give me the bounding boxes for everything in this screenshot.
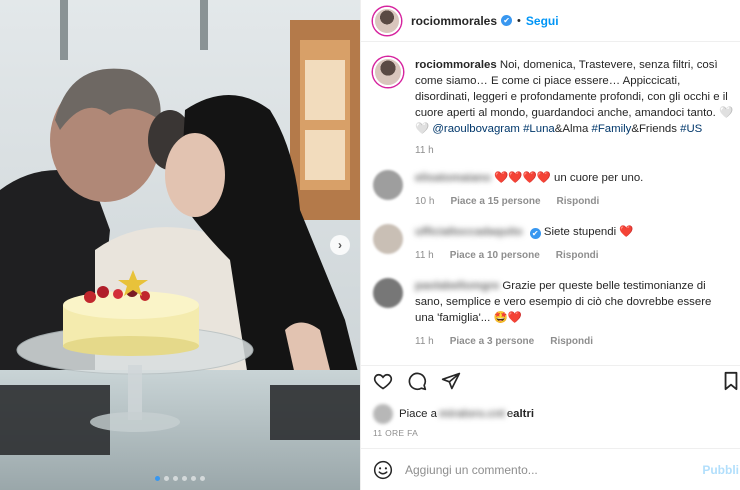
commenter-username[interactable]: elisatomaiano [415, 172, 491, 184]
comment-time[interactable]: 10 h [415, 194, 434, 210]
comment-body: paolabellomgre Grazie per queste belle t… [415, 278, 731, 350]
hashtag-luna-link[interactable]: #Luna [523, 123, 555, 135]
post-photo[interactable]: › [0, 0, 360, 490]
carousel-indicator [0, 476, 360, 481]
comment-reply-button[interactable]: Rispondi [556, 248, 599, 264]
comment-hearts: ❤️❤️❤️❤️ [494, 172, 551, 184]
carousel-dot [173, 476, 178, 481]
likes-summary: Piace a miraloro.cnt e altri [373, 404, 534, 424]
share-send-icon[interactable] [441, 371, 461, 391]
carousel-dot [182, 476, 187, 481]
comment-item: paolabellomgre Grazie per queste belle t… [373, 278, 739, 350]
post-panel: rociommorales ✔ • Segui rociommorales No… [360, 0, 740, 490]
caption-time[interactable]: 11 h [415, 143, 735, 159]
commenter-avatar[interactable] [373, 278, 403, 308]
header-separator: • [517, 14, 521, 27]
comment-time[interactable]: 11 h [415, 334, 434, 350]
hashtag-us-link[interactable]: #US [680, 123, 702, 135]
caption-text-alma: &Alma [554, 123, 592, 135]
comment-time[interactable]: 11 h [415, 248, 434, 264]
carousel-dot [155, 476, 160, 481]
publish-button[interactable]: Pubbli [702, 463, 739, 477]
comment-hearts: ❤️ [619, 226, 634, 238]
post-actions: Piace a miraloro.cnt e altri [361, 365, 740, 427]
comment-input[interactable] [405, 462, 685, 477]
comment-meta: 10 h Piace a 15 persone Rispondi [415, 194, 731, 210]
likes-prefix: Piace a [399, 408, 437, 420]
caption-avatar[interactable] [373, 57, 403, 87]
carousel-next-button[interactable]: › [330, 235, 350, 255]
comments-list[interactable]: rociommorales Noi, domenica, Trastevere,… [361, 43, 740, 365]
caption-text: rociommorales Noi, domenica, Trastevere,… [415, 57, 735, 159]
caption-text-friends: &Friends [631, 123, 681, 135]
comment-text: Siete stupendi [540, 226, 620, 238]
comment-text: un cuore per uno. [550, 172, 644, 184]
comment-composer: Pubbli [361, 448, 740, 490]
comment-bubble-icon[interactable] [407, 371, 427, 391]
carousel-dot [200, 476, 205, 481]
action-icons [373, 371, 461, 391]
like-heart-icon[interactable] [373, 371, 393, 391]
commenter-avatar[interactable] [373, 170, 403, 200]
photo-illustration [0, 0, 360, 490]
author-avatar[interactable] [373, 6, 401, 35]
comment-meta: 11 h Piace a 10 persone Rispondi [415, 248, 731, 264]
carousel-dot [191, 476, 196, 481]
comment-likes-link[interactable]: Piace a 15 persone [450, 194, 540, 210]
author-username[interactable]: rociommorales [411, 14, 497, 28]
comment-likes-link[interactable]: Piace a 10 persone [450, 248, 540, 264]
verified-badge-icon: ✔ [501, 15, 513, 26]
caption-mention-link[interactable]: @raoulbovagram [432, 123, 520, 135]
commenter-avatar[interactable] [373, 224, 403, 254]
commenter-username[interactable]: paolabellomgre [415, 280, 499, 292]
comment-hearts: 🤩❤️ [493, 312, 522, 324]
follow-button[interactable]: Segui [526, 14, 559, 28]
comment-body: elisatomaiano ❤️❤️❤️❤️ un cuore per uno.… [415, 170, 731, 210]
comment-meta: 11 h Piace a 3 persone Rispondi [415, 334, 731, 350]
commenter-verified-icon: ✔ [529, 228, 541, 239]
comment-reply-button[interactable]: Rispondi [550, 334, 593, 350]
comment-item: elisatomaiano ❤️❤️❤️❤️ un cuore per uno.… [373, 170, 739, 210]
caption-username[interactable]: rociommorales [415, 59, 497, 71]
liker-username[interactable]: miraloro.cnt [439, 408, 505, 420]
likes-others-link[interactable]: altri [513, 408, 534, 420]
commenter-username[interactable]: ufficialtoccadaquito [415, 226, 523, 238]
comment-likes-link[interactable]: Piace a 3 persone [450, 334, 535, 350]
hashtag-family-link[interactable]: #Family [591, 123, 631, 135]
post-header: rociommorales ✔ • Segui [361, 0, 740, 42]
comment-item: ufficialtoccadaquito ✔ Siete stupendi ❤️… [373, 224, 739, 264]
liker-avatar[interactable] [373, 404, 393, 424]
comment-body: ufficialtoccadaquito ✔ Siete stupendi ❤️… [415, 224, 731, 264]
emoji-smile-icon[interactable] [373, 460, 393, 480]
post-timestamp[interactable]: 11 ORE FA [373, 428, 418, 438]
caption: rociommorales Noi, domenica, Trastevere,… [373, 57, 739, 159]
bookmark-save-icon[interactable] [723, 371, 739, 391]
carousel-dot [164, 476, 169, 481]
comment-reply-button[interactable]: Rispondi [557, 194, 600, 210]
